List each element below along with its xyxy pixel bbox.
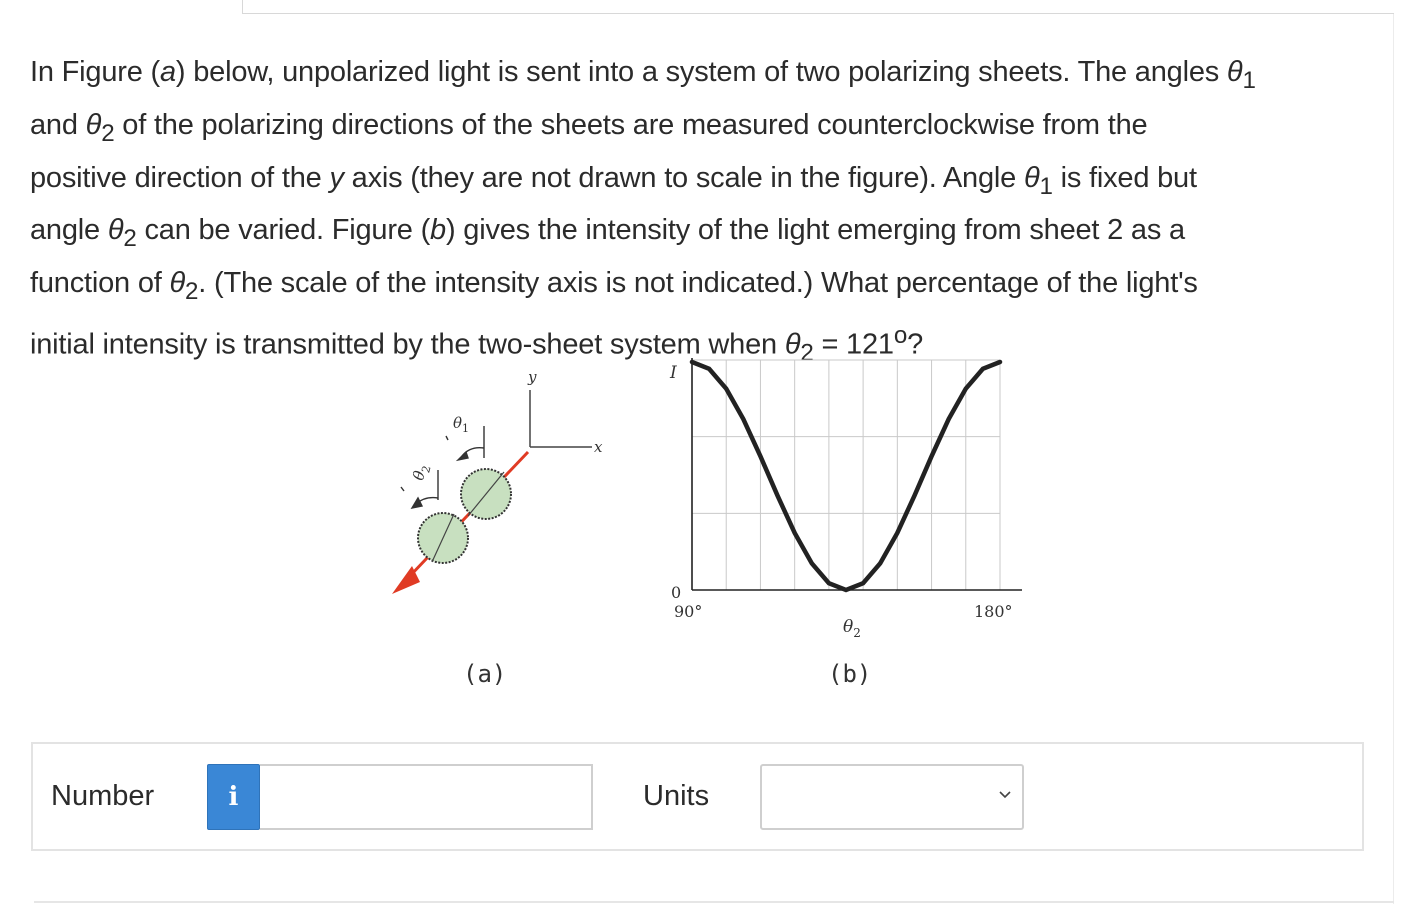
- x-tick-label-start: 90°: [674, 602, 702, 621]
- x-tick-label-end: 180°: [974, 602, 1013, 621]
- y-axis-label-i: I: [669, 363, 677, 383]
- figure-a: y x θ1 θ2 (a): [392, 368, 603, 688]
- section-divider: [34, 901, 1394, 903]
- units-label: Units: [643, 780, 710, 812]
- theta2-label: θ2: [409, 462, 433, 483]
- number-label: Number: [51, 780, 155, 812]
- info-button[interactable]: i: [207, 764, 260, 830]
- info-icon: i: [228, 782, 239, 812]
- y-axis-label: y: [527, 368, 537, 386]
- xy-axes: [529, 390, 592, 448]
- intensity-curve: [689, 359, 1003, 593]
- plot-grid: [691, 358, 1022, 591]
- units-select[interactable]: [760, 764, 1024, 830]
- polarizing-sheet-2: [417, 512, 469, 564]
- origin-label: 0: [671, 583, 681, 602]
- figures: y x θ1 θ2 (a) I 0 90° 180° θ2 (b): [392, 358, 1022, 688]
- figure-b: I 0 90° 180° θ2 (b): [669, 358, 1022, 688]
- theta1-label: θ1: [453, 414, 469, 435]
- answer-panel: Number i Units: [31, 742, 1364, 851]
- polarizing-sheet-1: [460, 468, 512, 520]
- figure-b-caption: (b): [828, 660, 871, 688]
- number-input[interactable]: [260, 764, 593, 830]
- x-axis-label-theta2: θ2: [843, 617, 861, 640]
- x-axis-label: x: [594, 438, 603, 456]
- figure-a-caption: (a): [463, 660, 506, 688]
- chevron-down-icon: [999, 791, 1011, 799]
